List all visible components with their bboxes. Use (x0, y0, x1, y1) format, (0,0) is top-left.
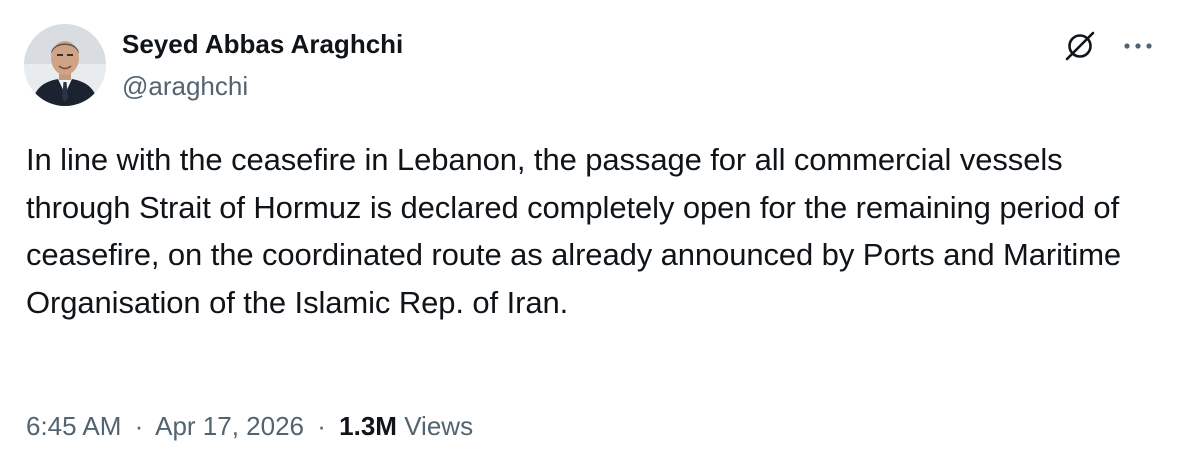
more-button[interactable] (1118, 26, 1158, 66)
meta-separator: · (317, 411, 326, 441)
author-display-name[interactable]: Seyed Abbas Araghchi (122, 28, 403, 60)
grok-icon (1065, 31, 1095, 61)
grok-button[interactable] (1060, 26, 1100, 66)
profile-photo-icon (24, 24, 106, 106)
author-handle[interactable]: @araghchi (122, 70, 248, 102)
tweet-card: Seyed Abbas Araghchi @araghchi In line w… (0, 0, 1180, 464)
tweet-header-actions (1060, 26, 1158, 66)
views-label: Views (404, 411, 474, 441)
tweet-meta: 6:45 AM · Apr 17, 2026 · 1.3M Views (26, 408, 473, 444)
tweet-time[interactable]: 6:45 AM (26, 411, 121, 441)
more-horizontal-icon (1124, 43, 1152, 49)
meta-separator: · (134, 411, 144, 441)
tweet-date[interactable]: Apr 17, 2026 (155, 411, 304, 441)
tweet-text: In line with the ceasefire in Lebanon, t… (26, 142, 1122, 320)
avatar[interactable] (24, 24, 106, 106)
views-count[interactable]: 1.3M (339, 411, 397, 441)
